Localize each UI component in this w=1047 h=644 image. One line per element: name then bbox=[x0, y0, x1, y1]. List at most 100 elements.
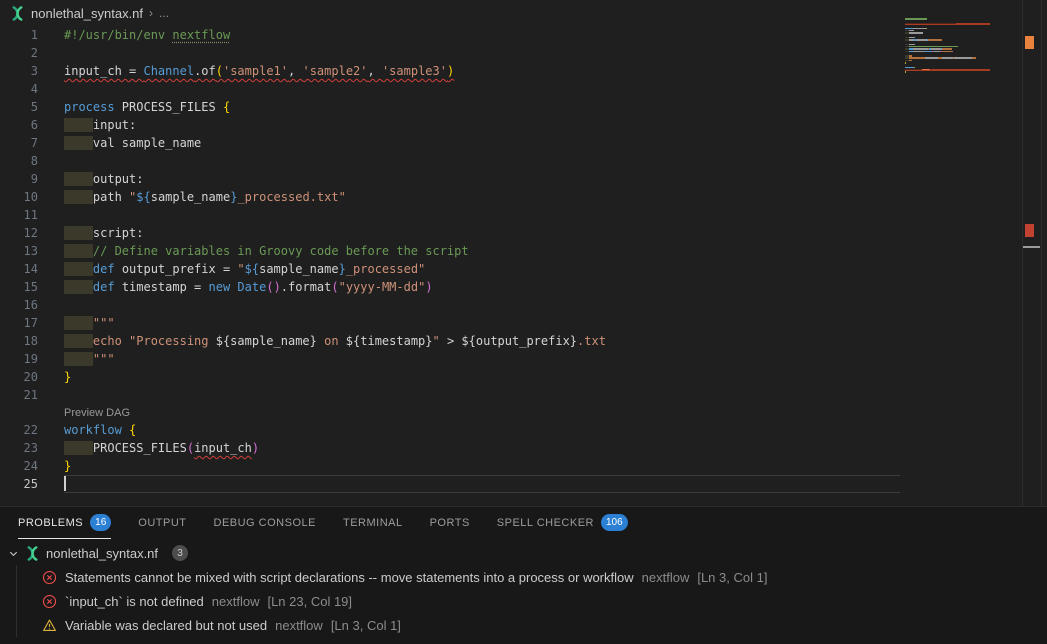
vscode-window: nonlethal_syntax.nf › ... 1 #!/usr/bin/en… bbox=[0, 0, 1047, 644]
tab-ports[interactable]: PORTS bbox=[430, 507, 470, 539]
breadcrumb-separator-icon: › bbox=[149, 6, 153, 20]
tab-label: TERMINAL bbox=[343, 517, 403, 529]
problem-location: [Ln 23, Col 19] bbox=[267, 594, 352, 609]
problem-source: nextflow bbox=[275, 618, 323, 633]
code-line-18[interactable]: 18 echo "Processing ${sample_name} on ${… bbox=[0, 332, 1022, 350]
code-token: """ bbox=[93, 352, 115, 366]
line-number: 19 bbox=[0, 350, 38, 368]
error-icon bbox=[42, 594, 57, 609]
code-token: _processed.txt" bbox=[237, 190, 345, 204]
code-line-22[interactable]: 22workflow { bbox=[0, 421, 1022, 439]
line-number: 23 bbox=[0, 439, 38, 457]
problem-row[interactable]: Variable was declared but not used nextfl… bbox=[0, 613, 1047, 637]
code-token: " bbox=[433, 334, 440, 348]
code-token: workflow bbox=[64, 423, 129, 437]
code-text: """ bbox=[64, 314, 115, 332]
code-line-1[interactable]: 1 #!/usr/bin/env nextflow bbox=[0, 26, 1022, 44]
code-line-13[interactable]: 13 // Define variables in Groovy code be… bbox=[0, 242, 1022, 260]
code-token: input: bbox=[93, 118, 136, 132]
code-line-25[interactable]: 25 bbox=[0, 475, 1022, 493]
error-squiggle-token: input_ch bbox=[194, 441, 252, 455]
problem-message: Variable was declared but not used bbox=[65, 618, 267, 633]
tree-indent-guide bbox=[16, 565, 17, 637]
code-line-11[interactable]: 11 bbox=[0, 206, 1022, 224]
code-token: ( bbox=[266, 280, 273, 294]
code-line-2[interactable]: 2 bbox=[0, 44, 1022, 62]
line-number: 8 bbox=[0, 152, 38, 170]
line-number: 1 bbox=[0, 26, 38, 44]
code-line-23[interactable]: 23 PROCESS_FILES(input_ch) bbox=[0, 439, 1022, 457]
code-token: > bbox=[440, 334, 462, 348]
code-line-17[interactable]: 17 """ bbox=[0, 314, 1022, 332]
code-token: path bbox=[93, 190, 129, 204]
code-token: ${sample_name} bbox=[216, 334, 317, 348]
code-line-6[interactable]: 6 input: bbox=[0, 116, 1022, 134]
code-token bbox=[64, 226, 93, 240]
code-token bbox=[64, 262, 93, 276]
code-line-5[interactable]: 5process PROCESS_FILES { bbox=[0, 98, 1022, 116]
code-line-19[interactable]: 19 """ bbox=[0, 350, 1022, 368]
code-token: " bbox=[237, 262, 244, 276]
code-line-20[interactable]: 20} bbox=[0, 368, 1022, 386]
line-number: 4 bbox=[0, 80, 38, 98]
problem-location: [Ln 3, Col 1] bbox=[697, 570, 767, 585]
code-line-7[interactable]: 7 val sample_name bbox=[0, 134, 1022, 152]
line-number: 14 bbox=[0, 260, 38, 278]
code-token: input_ch = bbox=[64, 64, 143, 78]
code-token: echo "Processing bbox=[93, 334, 216, 348]
code-token: ) bbox=[425, 280, 432, 294]
breadcrumb[interactable]: nonlethal_syntax.nf › ... bbox=[0, 0, 1047, 26]
error-squiggle-line: input_ch = Channel.of('sample1', 'sample… bbox=[64, 64, 454, 78]
code-line-3[interactable]: 3input_ch = Channel.of('sample1', 'sampl… bbox=[0, 62, 1022, 80]
code-token: } bbox=[64, 459, 71, 473]
code-token bbox=[64, 316, 93, 330]
code-token: timestamp = bbox=[122, 280, 209, 294]
code-line-8[interactable]: 8 bbox=[0, 152, 1022, 170]
code-token: .format bbox=[281, 280, 332, 294]
problem-location: [Ln 3, Col 1] bbox=[331, 618, 401, 633]
tab-output[interactable]: OUTPUT bbox=[138, 507, 186, 539]
code-text: #!/usr/bin/env nextflow bbox=[64, 26, 230, 44]
code-line-24[interactable]: 24} bbox=[0, 457, 1022, 475]
chevron-down-icon[interactable] bbox=[8, 548, 19, 559]
breadcrumb-filename[interactable]: nonlethal_syntax.nf bbox=[31, 6, 143, 21]
code-text: workflow { bbox=[64, 421, 136, 439]
breadcrumb-more[interactable]: ... bbox=[159, 6, 169, 20]
code-line-15[interactable]: 15 def timestamp = new Date().format("yy… bbox=[0, 278, 1022, 296]
tab-spell-checker[interactable]: SPELL CHECKER106 bbox=[497, 507, 628, 539]
code-token: process bbox=[64, 100, 122, 114]
tab-terminal[interactable]: TERMINAL bbox=[343, 507, 403, 539]
code-line-9[interactable]: 9 output: bbox=[0, 170, 1022, 188]
code-line-10[interactable]: 10 path "${sample_name}_processed.txt" bbox=[0, 188, 1022, 206]
overview-ruler[interactable] bbox=[1023, 0, 1043, 506]
code-token: #!/usr/bin/env bbox=[64, 28, 172, 42]
code-line-16[interactable]: 16 bbox=[0, 296, 1022, 314]
tab-problems[interactable]: PROBLEMS16 bbox=[18, 507, 111, 539]
code-token: ) bbox=[274, 280, 281, 294]
overview-error-marker bbox=[1025, 36, 1034, 49]
code-token bbox=[64, 118, 93, 132]
code-text: // Define variables in Groovy code befor… bbox=[64, 242, 469, 260]
tab-badge: 106 bbox=[601, 514, 628, 531]
code-text: path "${sample_name}_processed.txt" bbox=[64, 188, 346, 206]
problems-file-row[interactable]: nonlethal_syntax.nf 3 bbox=[0, 541, 1047, 565]
code-line-14[interactable]: 14 def output_prefix = "${sample_name}_p… bbox=[0, 260, 1022, 278]
current-line-highlight bbox=[64, 475, 900, 493]
code-editor[interactable]: 1#!/usr/bin/env nextflow23input_ch = Cha… bbox=[0, 26, 1022, 493]
minimap[interactable] bbox=[905, 18, 990, 75]
code-line-21[interactable]: 21 bbox=[0, 386, 1022, 404]
code-token: Channel bbox=[143, 64, 194, 78]
text-cursor bbox=[64, 476, 66, 491]
tab-label: DEBUG CONSOLE bbox=[214, 517, 316, 529]
problem-row[interactable]: Statements cannot be mixed with script d… bbox=[0, 565, 1047, 589]
code-token: { bbox=[223, 100, 230, 114]
codelens-preview-dag[interactable]: Preview DAG bbox=[64, 405, 130, 422]
line-number: 13 bbox=[0, 242, 38, 260]
code-token bbox=[64, 280, 93, 294]
tab-debug-console[interactable]: DEBUG CONSOLE bbox=[214, 507, 316, 539]
problem-row[interactable]: `input_ch` is not definednextflow[Ln 23,… bbox=[0, 589, 1047, 613]
code-line-4[interactable]: 4 bbox=[0, 80, 1022, 98]
code-line-12[interactable]: 12 script: bbox=[0, 224, 1022, 242]
problems-tree: nonlethal_syntax.nf 3 Statements cannot … bbox=[0, 539, 1047, 637]
code-token: "yyyy-MM-dd" bbox=[339, 280, 426, 294]
